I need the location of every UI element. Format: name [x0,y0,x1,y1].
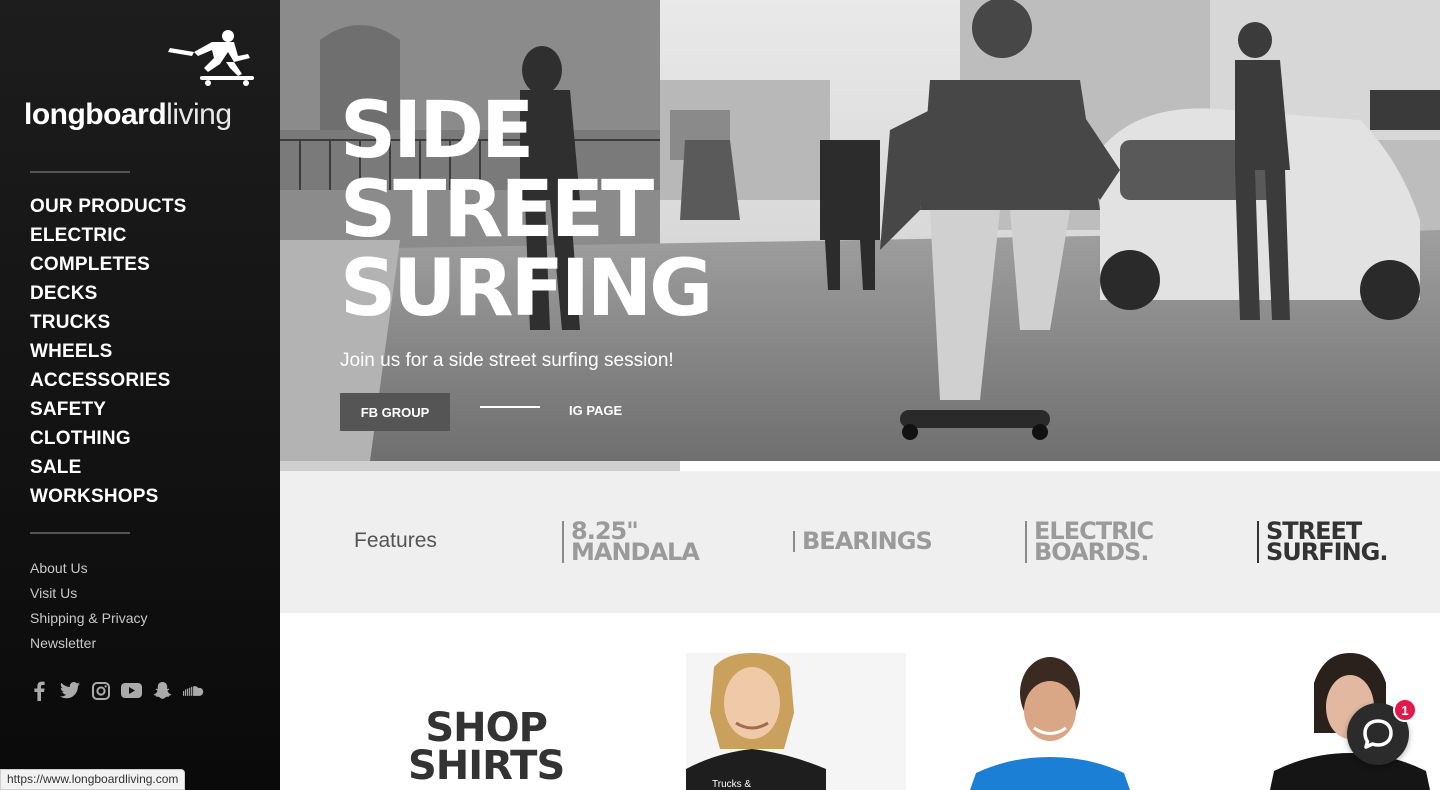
shirt-print-text: Trucks & [712,779,751,790]
divider [30,532,130,534]
shop-shirts-title[interactable]: SHOP SHIRTS [408,705,565,789]
feature-electric-boards[interactable]: ELECTRIC BOARDS. [1025,519,1154,566]
chat-unread-badge: 1 [1393,698,1417,722]
feature-line: BOARDS. [1034,538,1149,566]
social-links [28,680,204,701]
chat-bubble-icon [1363,719,1393,749]
shirt-product-image[interactable] [970,653,1190,790]
soundcloud-icon[interactable] [183,680,204,701]
snapchat-icon[interactable] [152,680,173,701]
link-shipping-privacy[interactable]: Shipping & Privacy [30,606,148,631]
hero-title-line: STREET [340,165,654,255]
logo-light: living [166,98,232,131]
link-newsletter[interactable]: Newsletter [30,631,148,656]
skater-logo-icon[interactable] [168,28,258,86]
nav-item-decks[interactable]: DECKS [30,279,187,308]
ig-page-button[interactable]: IG PAGE [569,403,622,418]
instagram-icon[interactable] [90,680,111,701]
feature-bearings[interactable]: BEARINGS [793,527,933,555]
status-bar-url: https://www.longboardliving.com [0,769,186,790]
fb-group-button[interactable]: FB GROUP [340,393,450,431]
nav-item-electric[interactable]: ELECTRIC [30,221,187,250]
features-label: Features [354,529,437,552]
twitter-icon[interactable] [59,680,80,701]
feature-line: SURFING. [1266,538,1388,566]
features-strip: Features 8.25" MANDALA BEARINGS ELECTRIC… [280,471,1440,613]
divider [30,171,130,173]
nav-item-our-products[interactable]: OUR PRODUCTS [30,192,187,221]
nav-item-workshops[interactable]: WORKSHOPS [30,482,187,511]
slide-progress-fill [280,461,681,471]
hero-title-line: SURFING [340,244,713,334]
nav-item-wheels[interactable]: WHEELS [30,337,187,366]
facebook-icon[interactable] [28,680,49,701]
nav-item-safety[interactable]: SAFETY [30,395,187,424]
nav-item-trucks[interactable]: TRUCKS [30,308,187,337]
nav-item-clothing[interactable]: CLOTHING [30,424,187,453]
link-about-us[interactable]: About Us [30,556,148,581]
shop-title-line: SHIRTS [408,743,565,789]
hero-subtitle: Join us for a side street surfing sessio… [340,350,674,371]
feature-line: MANDALA [571,538,700,566]
youtube-icon[interactable] [121,680,142,701]
logo-bold: longboard [24,98,167,131]
logo-wordmark[interactable]: longboardliving [24,98,232,132]
hero-title: SIDE STREET SURFING [340,86,713,334]
hero-title-line: SIDE [340,86,534,176]
feature-mandala[interactable]: 8.25" MANDALA [562,519,700,566]
hero-banner: SIDE STREET SURFING Join us for a side s… [280,0,1440,471]
feature-line: BEARINGS [802,527,933,555]
nav-item-accessories[interactable]: ACCESSORIES [30,366,187,395]
footer-links: About Us Visit Us Shipping & Privacy New… [30,556,148,656]
link-visit-us[interactable]: Visit Us [30,581,148,606]
sidebar: longboardliving OUR PRODUCTS ELECTRIC CO… [0,0,280,790]
nav-item-sale[interactable]: SALE [30,453,187,482]
shop-shirts-section: SHOP SHIRTS Trucks & [280,613,1440,790]
feature-street-surfing[interactable]: STREET SURFING. [1257,519,1388,566]
shirt-product-image[interactable]: Trucks & [686,653,906,790]
main-nav: OUR PRODUCTS ELECTRIC COMPLETES DECKS TR… [30,192,187,511]
button-separator-line [480,406,540,408]
shop-title-line: SHOP [425,705,548,751]
nav-item-completes[interactable]: COMPLETES [30,250,187,279]
